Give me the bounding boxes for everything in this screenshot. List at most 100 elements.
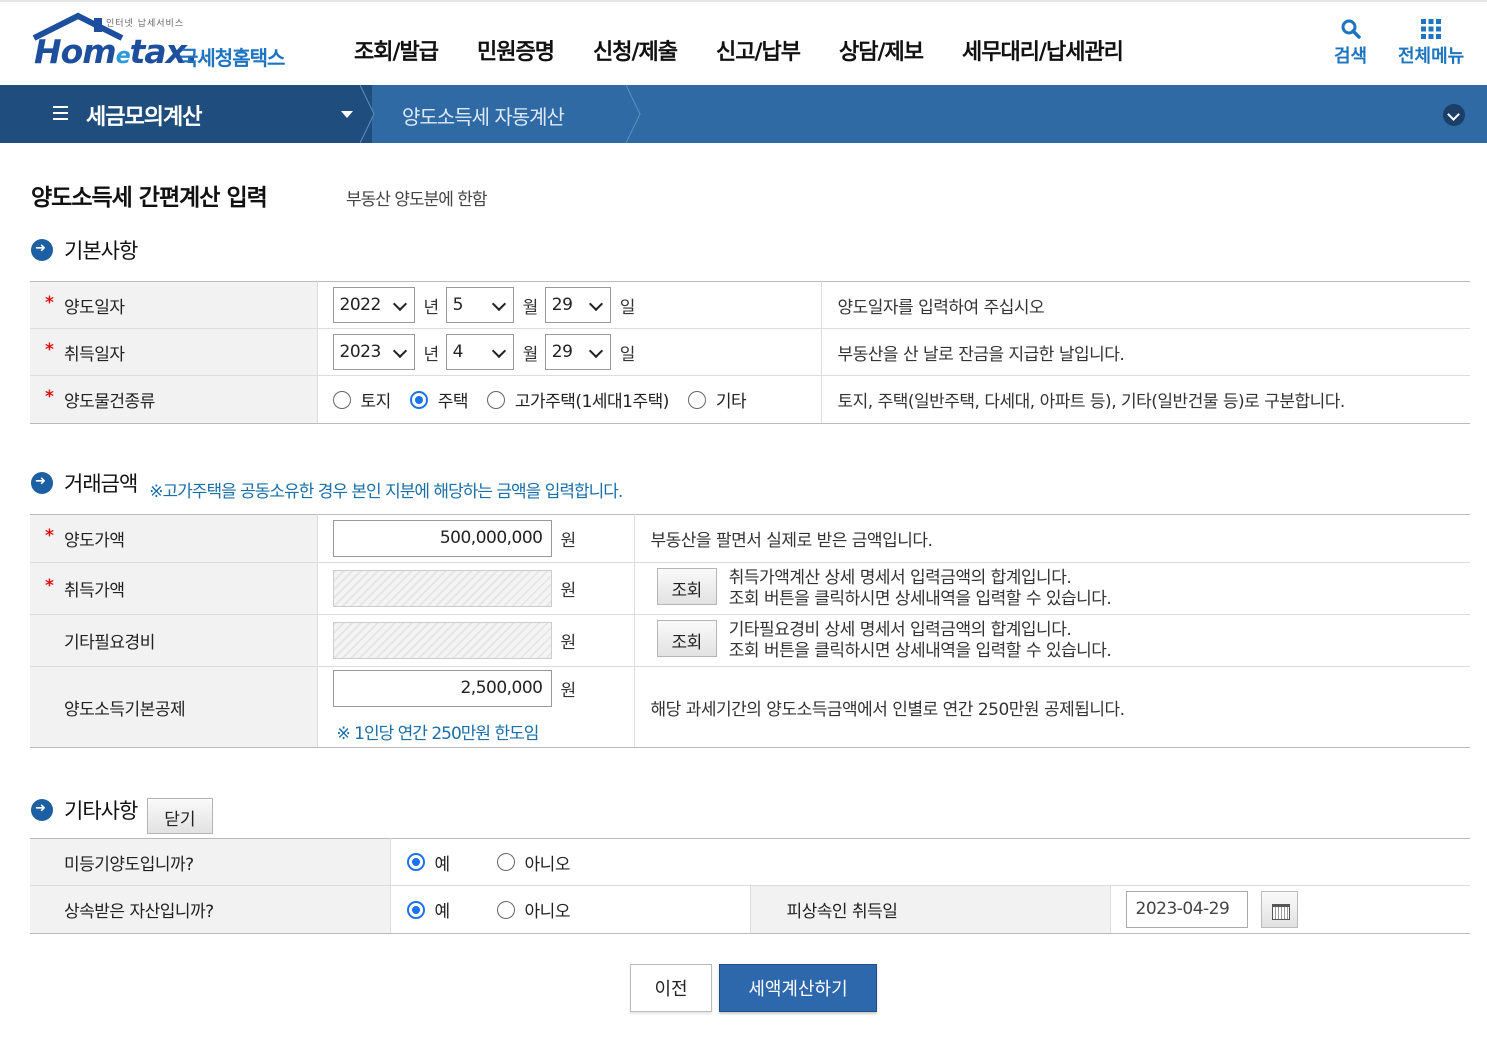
basic-deduction-field: 2,500,000 원 ※ 1인당 연간 250만원 한도임	[317, 666, 635, 748]
unregistered-radio-no[interactable]: 아니오	[496, 850, 570, 875]
chevron-down-icon[interactable]	[1443, 104, 1465, 126]
acquire-price-desc-cell: 조회 취득가액계산 상세 명세서 입력금액의 합계입니다. 조회 버튼을 클릭하…	[634, 562, 1470, 615]
radio-circle	[687, 390, 706, 409]
acquire-price-input	[332, 570, 552, 607]
property-type-label: * 양도물건종류	[30, 375, 318, 424]
search-button[interactable]: 검색	[1334, 16, 1367, 68]
amount-table: * 양도가액 500,000,000 원 부동산을 팔면서 실제로 받은 금액입니다…	[30, 514, 1470, 748]
transfer-price-field: 500,000,000 원	[317, 514, 635, 563]
transfer-price-input[interactable]: 500,000,000	[332, 520, 552, 557]
radio-circle-checked	[406, 853, 425, 871]
transfer-date-label: * 양도일자	[30, 281, 318, 329]
section-etc-title: 기타사항	[64, 799, 138, 823]
inherited-radio-yes[interactable]: 예	[406, 897, 450, 922]
property-radio-house[interactable]: 주택	[409, 387, 468, 412]
transfer-year-select[interactable]: 2022	[332, 287, 415, 323]
logo-tagline: 인터넷 납세서비스	[106, 19, 185, 29]
breadcrumb-menu-dropdown[interactable]: 세금모의계산	[0, 85, 372, 143]
search-label: 검색	[1334, 46, 1368, 67]
other-expense-field: 원	[317, 614, 635, 667]
won-unit: 원	[560, 633, 577, 653]
logo-wordmark: Hometax.	[34, 32, 198, 71]
page-subtitle: 부동산 양도분에 한함	[346, 190, 488, 210]
radio-circle-checked	[409, 390, 428, 409]
unregistered-label: 미등기양도입니까?	[30, 838, 391, 886]
property-radio-land[interactable]: 토지	[332, 387, 391, 412]
other-expense-label: 기타필요경비	[30, 614, 318, 667]
acquire-date-label: * 취득일자	[30, 328, 318, 376]
page-title: 양도소득세 간편계산 입력	[31, 185, 268, 211]
acquire-date-field: 2023 년 4 월 29 일	[317, 328, 822, 376]
won-unit: 원	[560, 681, 577, 701]
hometax-logo[interactable]: 인터넷 납세서비스 Hometax. 국세청홈택스	[28, 12, 318, 78]
month-unit: 월	[522, 297, 539, 318]
calculate-tax-button[interactable]: 세액계산하기	[719, 964, 877, 1012]
section-amount-note: ※고가주택을 공동소유한 경우 본인 지분에 해당하는 금액을 입력합니다.	[149, 481, 623, 502]
unregistered-field: 예 아니오	[390, 838, 1470, 886]
radio-circle-checked	[406, 900, 425, 919]
prev-button[interactable]: 이전	[630, 964, 712, 1012]
nav-item-consult[interactable]: 상담/제보	[839, 34, 924, 66]
required-mark: *	[45, 292, 54, 313]
breadcrumb-separator	[360, 85, 375, 143]
breadcrumb-menu-title: 세금모의계산	[86, 105, 202, 130]
decedent-acquire-date-field: 2023-04-29	[1110, 885, 1470, 934]
table-row: * 취득일자 2023 년 4 월 29 일 부동산을 산 날로 잔금을 지급한 날입니다.	[30, 328, 1470, 376]
won-unit: 원	[560, 581, 577, 601]
acquire-price-field: 원	[317, 562, 635, 615]
basic-deduction-desc: 해당 과세기간의 양도소득금액에서 인별로 연간 250만원 공제됩니다.	[634, 666, 1470, 748]
acquire-year-select[interactable]: 2023	[332, 334, 415, 370]
inherited-radio-no[interactable]: 아니오	[496, 897, 570, 922]
calendar-icon[interactable]	[1260, 891, 1298, 928]
unregistered-radio-yes[interactable]: 예	[406, 850, 450, 875]
acquire-month-select[interactable]: 4	[445, 334, 514, 370]
table-row: 미등기양도입니까? 예 아니오	[30, 838, 1470, 886]
property-type-field: 토지 주택 고가주택(1세대1주택) 기타	[317, 375, 822, 424]
basic-deduction-label: 양도소득기본공제	[30, 666, 318, 748]
etc-table: 미등기양도입니까? 예 아니오 상속받은 자산입니까? 예 아니오 피상속인 취…	[30, 838, 1470, 934]
all-menu-button[interactable]: 전체메뉴	[1398, 16, 1464, 68]
breadcrumb-current[interactable]: 양도소득세 자동계산	[402, 101, 565, 130]
year-unit: 년	[423, 344, 440, 365]
radio-circle	[496, 900, 515, 919]
nav-item-inquiry[interactable]: 조회/발급	[354, 34, 439, 66]
nav-item-filing[interactable]: 신고/납부	[716, 34, 801, 66]
won-unit: 원	[560, 531, 577, 551]
breadcrumb-separator-2	[626, 85, 641, 143]
acquire-day-select[interactable]: 29	[544, 334, 611, 370]
section-basic-title: 기본사항	[64, 239, 138, 263]
nav-item-application[interactable]: 신청/제출	[593, 34, 678, 66]
all-menu-label: 전체메뉴	[1398, 46, 1465, 67]
basic-deduction-input[interactable]: 2,500,000	[332, 670, 552, 707]
other-expense-desc-cell: 조회 기타필요경비 상세 명세서 입력금액의 합계입니다. 조회 버튼을 클릭하…	[634, 614, 1470, 667]
inherited-label: 상속받은 자산입니까?	[30, 885, 391, 934]
site-header: 인터넷 납세서비스 Hometax. 국세청홈택스 조회/발급 민원증명 신청/…	[0, 0, 1487, 85]
required-mark: *	[45, 526, 54, 546]
inherited-field: 예 아니오	[390, 885, 751, 934]
required-mark: *	[45, 387, 54, 407]
acquire-date-desc: 부동산을 산 날로 잔금을 지급한 날입니다.	[821, 328, 1470, 376]
acquire-price-desc-1: 취득가액계산 상세 명세서 입력금액의 합계입니다.	[728, 567, 1072, 588]
transfer-day-select[interactable]: 29	[544, 287, 611, 323]
decedent-acquire-date-input[interactable]: 2023-04-29	[1125, 891, 1248, 928]
other-expense-input	[332, 622, 552, 659]
basic-deduction-hint: ※ 1인당 연간 250만원 한도임	[336, 724, 540, 744]
basic-info-table: * 양도일자 2022 년 5 월 29 일 양도일자를 입력하여 주십시오 * 취득일자 2…	[30, 281, 1470, 424]
transfer-date-desc: 양도일자를 입력하여 주십시오	[821, 281, 1470, 329]
year-unit: 년	[423, 297, 440, 318]
acquire-price-lookup-button[interactable]: 조회	[656, 567, 717, 605]
nav-item-agent[interactable]: 세무대리/납세관리	[962, 34, 1124, 66]
table-row: 기타필요경비 원 조회 기타필요경비 상세 명세서 입력금액의 합계입니다. 조…	[30, 614, 1470, 667]
transfer-month-select[interactable]: 5	[445, 287, 514, 323]
property-radio-luxury-house[interactable]: 고가주택(1세대1주택)	[486, 387, 669, 412]
radio-circle	[496, 853, 515, 871]
grid-menu-icon	[1420, 16, 1442, 42]
property-radio-other[interactable]: 기타	[687, 387, 747, 412]
nav-item-certificate[interactable]: 민원증명	[477, 34, 555, 66]
logo-korean: 국세청홈택스	[180, 46, 285, 70]
other-expense-lookup-button[interactable]: 조회	[656, 619, 717, 657]
property-type-desc: 토지, 주택(일반주택, 다세대, 아파트 등), 기타(일반건물 등)로 구분…	[821, 375, 1470, 424]
arrow-circle-icon	[31, 799, 53, 821]
section-amount-heading: 거래금액 ※고가주택을 공동소유한 경우 본인 지분에 해당하는 금액을 입력합…	[31, 468, 623, 502]
close-section-button[interactable]: 닫기	[147, 798, 213, 834]
